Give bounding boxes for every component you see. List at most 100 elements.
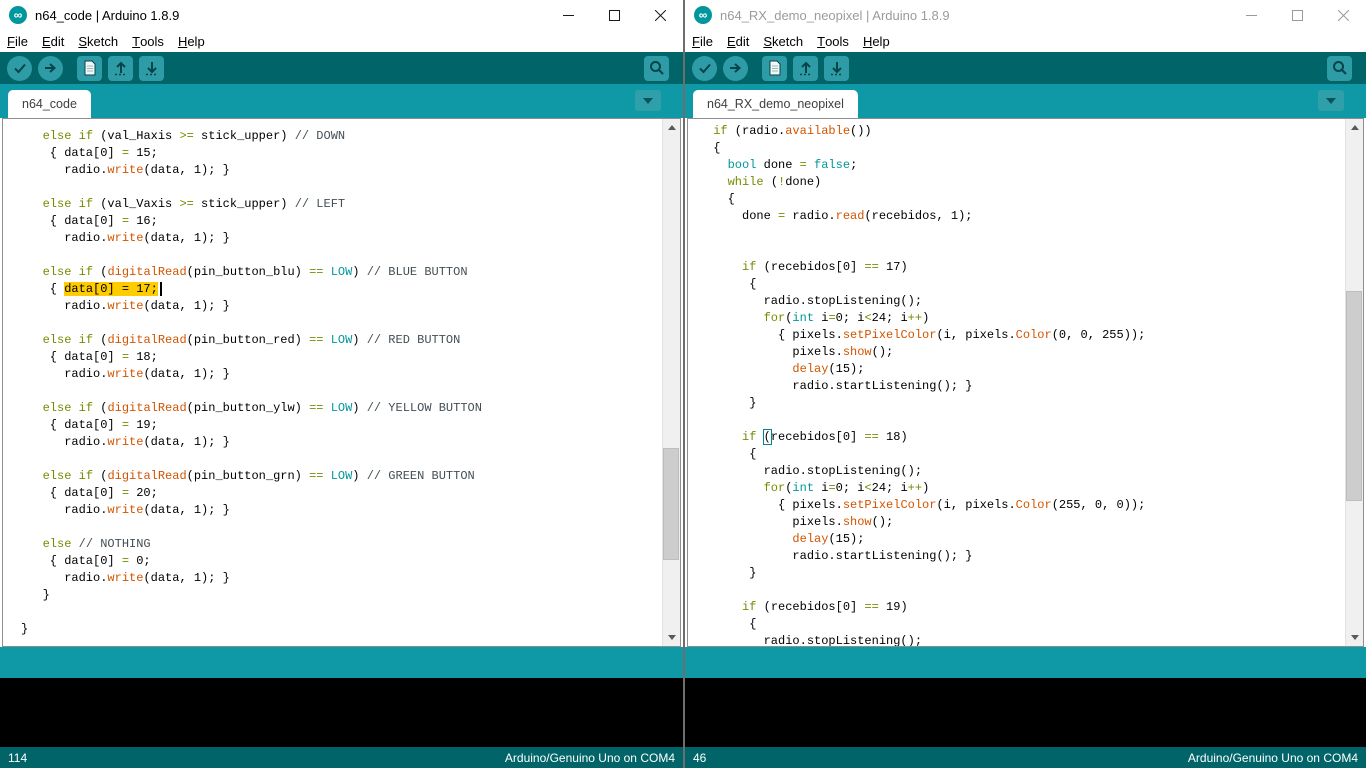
code-line: { pixels.setPixelColor(i, pixels.Color(0… [706, 328, 1146, 342]
scroll-up-arrow-icon[interactable] [663, 119, 680, 136]
scrollbar-thumb[interactable] [1346, 291, 1362, 501]
status-band [0, 647, 683, 678]
verify-button[interactable] [7, 55, 32, 81]
code-line: { [706, 447, 757, 461]
code-editor[interactable]: else if (val_Haxis >= stick_upper) // DO… [2, 118, 681, 647]
menu-sketch[interactable]: Sketch [71, 30, 125, 52]
code-line: else if (val_Vaxis >= stick_upper) // LE… [42, 197, 346, 211]
menu-file[interactable]: File [0, 30, 35, 52]
menu-sketch[interactable]: Sketch [756, 30, 810, 52]
save-button[interactable] [139, 55, 164, 81]
new-sketch-button[interactable] [77, 55, 102, 81]
code-line: { [706, 141, 721, 155]
selected-text: data[0] = 17; [64, 282, 158, 296]
scroll-down-arrow-icon[interactable] [1346, 629, 1363, 646]
minimize-button[interactable] [1228, 0, 1274, 30]
editor-scrollbar[interactable] [1345, 119, 1363, 646]
close-button[interactable] [1320, 0, 1366, 30]
code-line: radio.write(data, 1); } [21, 231, 230, 245]
code-line: else if (digitalRead(pin_button_blu) == … [42, 265, 468, 279]
serial-monitor-button[interactable] [644, 55, 669, 81]
maximize-button[interactable] [1274, 0, 1320, 30]
tab-menu-button[interactable] [1318, 90, 1344, 111]
upload-button[interactable] [38, 55, 63, 81]
verify-button[interactable] [692, 55, 717, 81]
code-line: if (recebidos[0] == 19) [742, 600, 908, 614]
code-line: { data[0] = 20; [21, 486, 158, 500]
code-line: } [21, 622, 29, 636]
code-line: radio.startListening(); } [706, 379, 973, 393]
serial-monitor-button[interactable] [1327, 55, 1352, 81]
minimize-button[interactable] [545, 0, 591, 30]
menu-bar: File Edit Sketch Tools Help [0, 30, 683, 52]
chevron-down-icon [1326, 97, 1336, 104]
code-area[interactable]: if (radio.available()) { bool done = fal… [688, 119, 1346, 646]
menu-tools[interactable]: Tools [810, 30, 856, 52]
code-line: else if (digitalRead(pin_button_grn) == … [42, 469, 475, 483]
code-line: { data[0] = 19; [21, 418, 158, 432]
window-n64-rx-demo-neopixel: ∞ n64_RX_demo_neopixel | Arduino 1.8.9 F… [683, 0, 1366, 768]
titlebar[interactable]: ∞ n64_code | Arduino 1.8.9 [0, 0, 683, 31]
code-line: radio.stopListening(); [706, 294, 923, 308]
text-caret [159, 282, 162, 296]
toolbar [685, 52, 1366, 84]
code-line: pixels.show(); [706, 345, 894, 359]
save-button[interactable] [824, 55, 849, 81]
window-title: n64_RX_demo_neopixel | Arduino 1.8.9 [720, 7, 950, 23]
upload-button[interactable] [723, 55, 748, 81]
new-sketch-button[interactable] [762, 55, 787, 81]
scroll-up-arrow-icon[interactable] [1346, 119, 1363, 136]
scrollbar-thumb[interactable] [663, 448, 679, 560]
code-line: else if (digitalRead(pin_button_red) == … [42, 333, 461, 347]
arduino-logo-icon: ∞ [694, 6, 712, 24]
maximize-button[interactable] [591, 0, 637, 30]
tab-n64-rx-demo-neopixel[interactable]: n64_RX_demo_neopixel [693, 90, 858, 118]
tab-menu-button[interactable] [635, 90, 661, 111]
line-number: 114 [8, 750, 28, 765]
status-band [685, 647, 1366, 678]
window-n64-code: ∞ n64_code | Arduino 1.8.9 File Edit Ske… [0, 0, 683, 768]
menu-bar: File Edit Sketch Tools Help [685, 30, 1366, 52]
menu-edit[interactable]: Edit [35, 30, 71, 52]
menu-edit[interactable]: Edit [720, 30, 756, 52]
toolbar [0, 52, 683, 84]
code-editor[interactable]: if (radio.available()) { bool done = fal… [687, 118, 1364, 647]
code-line: radio.stopListening(); [706, 634, 923, 646]
code-line: radio.stopListening(); [706, 464, 923, 478]
editor-scrollbar[interactable] [662, 119, 680, 646]
menu-tools[interactable]: Tools [125, 30, 171, 52]
code-line: bool done = false; [727, 158, 858, 172]
close-button[interactable] [637, 0, 683, 30]
menu-file[interactable]: File [685, 30, 720, 52]
code-line: done = radio.read(recebidos, 1); [706, 209, 973, 223]
titlebar[interactable]: ∞ n64_RX_demo_neopixel | Arduino 1.8.9 [685, 0, 1366, 31]
open-button[interactable] [793, 55, 818, 81]
scroll-down-arrow-icon[interactable] [663, 629, 680, 646]
code-line: { data[0] = 15; [21, 146, 158, 160]
code-line: radio.write(data, 1); } [21, 163, 230, 177]
menu-help[interactable]: Help [856, 30, 897, 52]
tab-n64-code[interactable]: n64_code [8, 90, 91, 118]
board-port-status: Arduino/Genuino Uno on COM4 [504, 750, 675, 765]
code-area[interactable]: else if (val_Haxis >= stick_upper) // DO… [3, 119, 663, 646]
code-line: else // NOTHING [42, 537, 151, 551]
code-line: for(int i=0; i<24; i++) [763, 481, 930, 495]
code-line: { [706, 617, 757, 631]
code-line: radio.startListening(); } [706, 549, 973, 563]
code-line: radio.write(data, 1); } [21, 571, 230, 585]
open-button[interactable] [108, 55, 133, 81]
code-line: pixels.show(); [706, 515, 894, 529]
code-line: radio.write(data, 1); } [21, 299, 230, 313]
line-status-bar: 114 Arduino/Genuino Uno on COM4 [0, 747, 683, 768]
code-line: delay(15); [792, 362, 865, 376]
menu-help[interactable]: Help [171, 30, 212, 52]
code-line: { data[0] = 16; [21, 214, 158, 228]
